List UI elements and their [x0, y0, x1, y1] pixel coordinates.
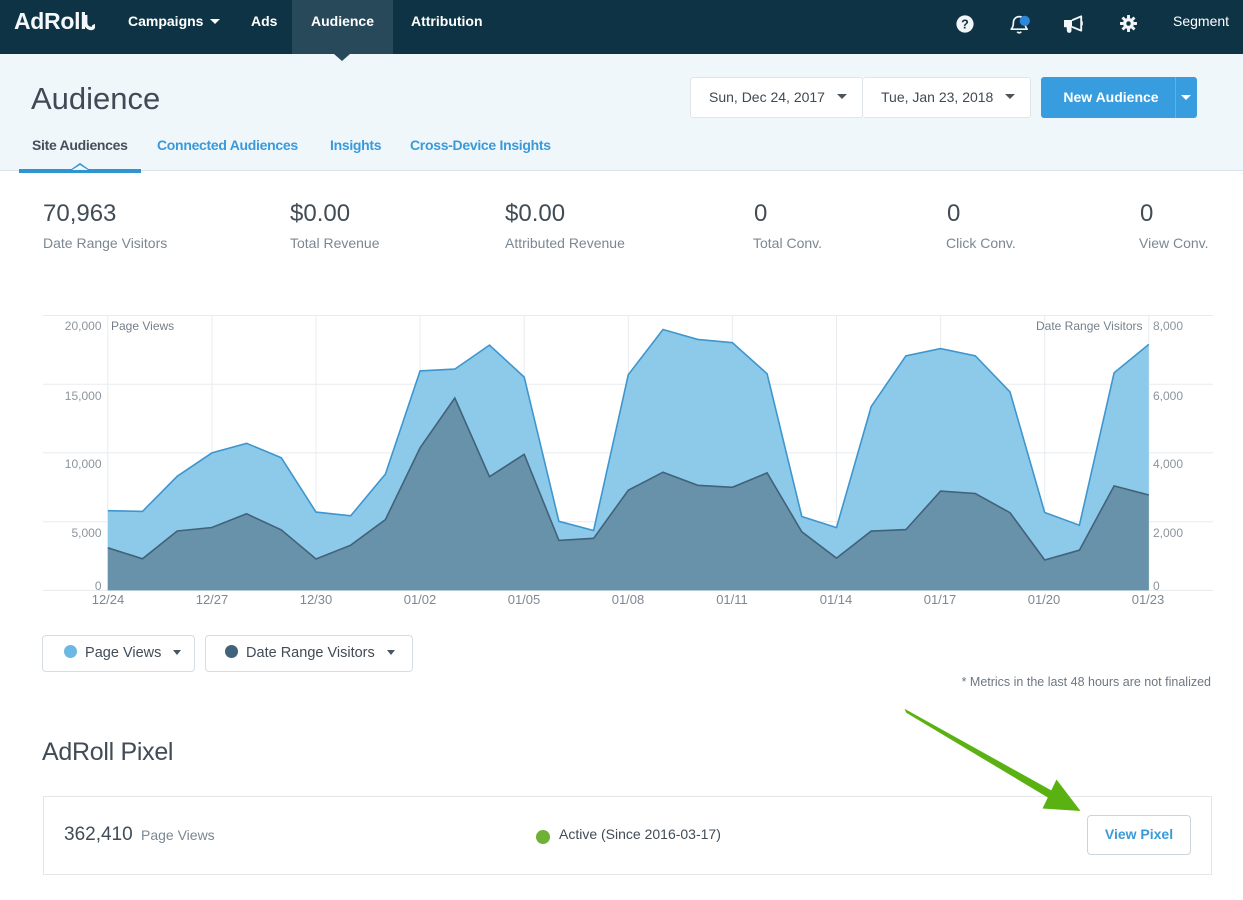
svg-text:?: ? [961, 17, 969, 31]
